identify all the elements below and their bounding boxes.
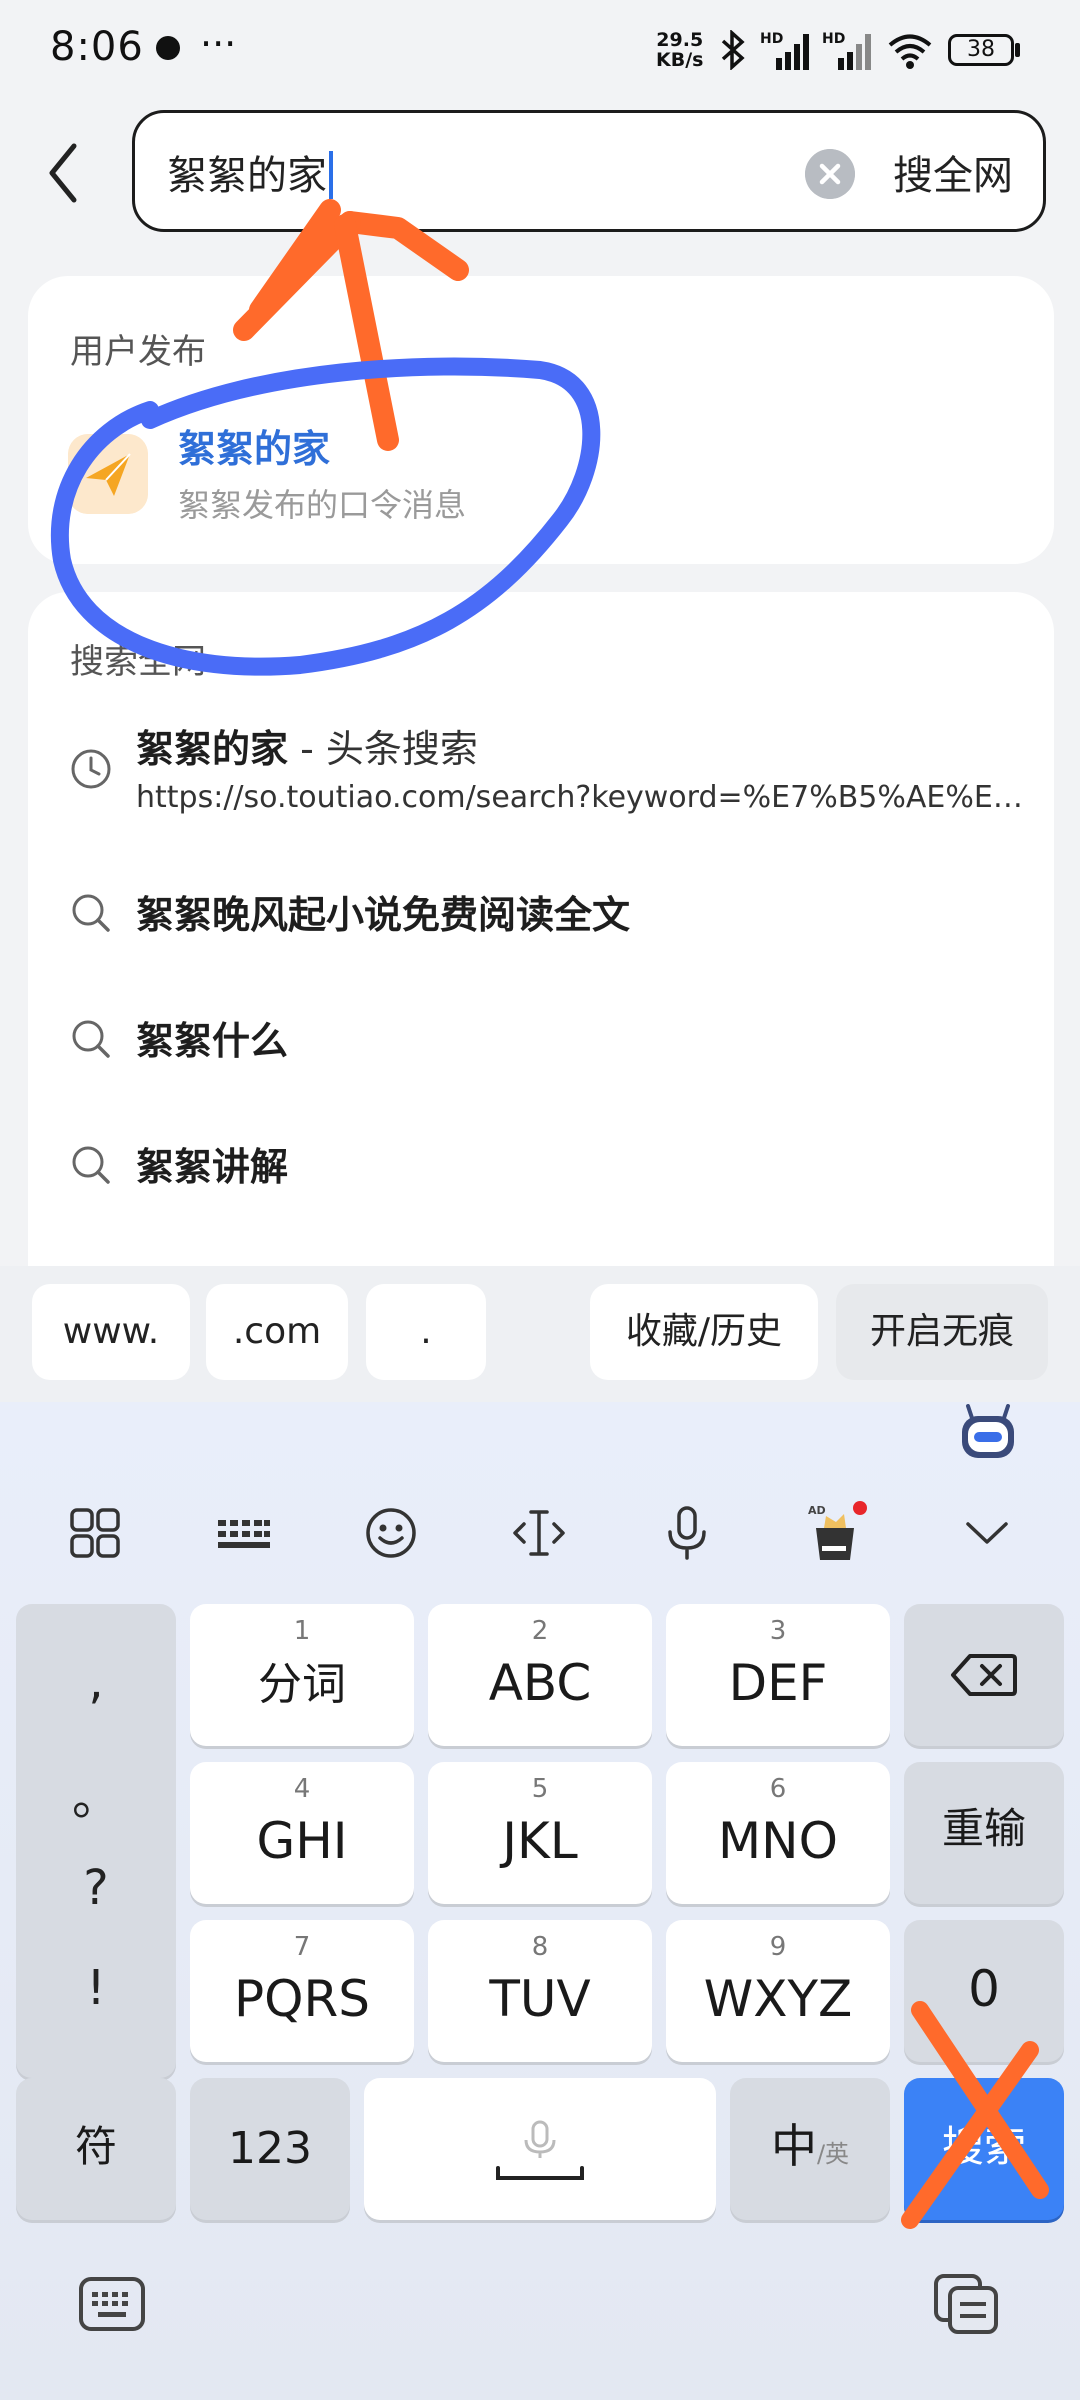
keyboard-shortcut-bar: www. .com . 收藏/历史 开启无痕 [0, 1266, 1080, 1402]
back-arrow-icon[interactable] [40, 138, 90, 208]
backspace-icon [951, 1654, 1017, 1696]
search-input[interactable]: 絮絮的家 搜全网 [132, 110, 1046, 232]
zero-key[interactable]: 0 [904, 1920, 1064, 2062]
search-all-button[interactable]: 搜全网 [893, 143, 1013, 201]
notification-icon [156, 36, 180, 60]
history-url: https://so.toutiao.com/search?keyword=%E… [136, 780, 1024, 815]
punctuation-column[interactable]: , 。 ? ! [16, 1604, 176, 2078]
svg-text:HD: HD [822, 31, 845, 47]
key-9[interactable]: 9 WXYZ [666, 1920, 890, 2062]
svg-text:AD: AD [808, 1504, 826, 1517]
incognito-button[interactable]: 开启无痕 [836, 1284, 1048, 1380]
battery-cap [1015, 43, 1020, 57]
search-icon [72, 894, 110, 932]
keyboard-layout-icon[interactable] [210, 1500, 276, 1566]
suggestion-text: 絮絮讲解 [136, 1145, 289, 1189]
collapse-keyboard-icon[interactable] [954, 1500, 1020, 1566]
search-icon [72, 1020, 110, 1058]
key-5[interactable]: 5 JKL [428, 1762, 652, 1904]
shopping-bag-icon[interactable]: AD [802, 1500, 868, 1566]
clipboard-icon[interactable] [932, 2272, 1000, 2336]
language-switch-key[interactable]: 中/英 [730, 2078, 890, 2220]
apps-grid-icon[interactable] [62, 1500, 128, 1566]
suggestion-item[interactable]: 絮絮晚风起小说免费阅读全文 [28, 862, 1054, 962]
suggestion-text: 絮絮晚风起小说免费阅读全文 [136, 893, 631, 937]
section-title: 用户发布 [70, 332, 206, 372]
svg-text:HD: HD [760, 31, 783, 47]
emoji-icon[interactable] [358, 1500, 424, 1566]
user-item-subtitle: 絮絮发布的口令消息 [178, 486, 467, 524]
user-publish-card: 用户发布 絮絮的家 絮絮发布的口令消息 [28, 276, 1054, 564]
search-web-card: 搜索全网 絮絮的家 - 头条搜索 https://so.toutiao.com/… [28, 592, 1054, 1292]
keyboard-mascot-icon[interactable] [958, 1404, 1018, 1460]
punct-exclaim[interactable]: ! [16, 1960, 176, 2016]
signal-icon: HD [760, 31, 809, 70]
shortcut-www[interactable]: www. [32, 1284, 190, 1380]
cursor-edit-icon[interactable] [506, 1500, 572, 1566]
key-6[interactable]: 6 MNO [666, 1762, 890, 1904]
search-query[interactable]: 絮絮的家 [167, 143, 333, 201]
paper-plane-icon [68, 434, 148, 514]
key-7[interactable]: 7 PQRS [190, 1920, 414, 2062]
key-1[interactable]: 1 分词 [190, 1604, 414, 1746]
key-4[interactable]: 4 GHI [190, 1762, 414, 1904]
more-notifications-icon: ··· [200, 22, 237, 66]
wifi-icon [888, 34, 932, 69]
symbols-key[interactable]: 符 [16, 2078, 176, 2220]
section-title: 搜索全网 [70, 642, 206, 682]
punct-comma[interactable]: , [16, 1654, 176, 1710]
space-key[interactable] [364, 2078, 716, 2220]
history-title: 絮絮的家 - 头条搜索 [136, 727, 478, 771]
suggestion-text: 絮絮什么 [136, 1019, 289, 1063]
key-2[interactable]: 2 ABC [428, 1604, 652, 1746]
bookmarks-history-button[interactable]: 收藏/历史 [590, 1284, 818, 1380]
clear-icon[interactable] [805, 149, 855, 199]
search-icon [72, 1146, 110, 1184]
microphone-icon[interactable] [654, 1500, 720, 1566]
space-mic-icon [496, 2120, 584, 2180]
punct-period[interactable]: 。 [16, 1758, 176, 1828]
suggestion-item[interactable]: 絮絮什么 [28, 988, 1054, 1088]
key-3[interactable]: 3 DEF [666, 1604, 890, 1746]
status-time: 8:06 [50, 24, 144, 70]
bluetooth-icon [721, 30, 745, 70]
keyboard-switch-icon[interactable] [78, 2276, 146, 2332]
battery-icon: 38 [948, 34, 1014, 66]
signal-icon-2: HD [822, 31, 871, 70]
search-key[interactable]: 搜索 [904, 2078, 1064, 2220]
shortcut-com[interactable]: .com [206, 1284, 348, 1380]
number-mode-key[interactable]: 123 [190, 2078, 350, 2220]
history-item[interactable]: 絮絮的家 - 头条搜索 https://so.toutiao.com/searc… [28, 708, 1054, 838]
text-caret [329, 151, 333, 199]
key-8[interactable]: 8 TUV [428, 1920, 652, 2062]
network-speed: 29.5 KB/s [656, 29, 704, 71]
suggestion-item[interactable]: 絮絮讲解 [28, 1114, 1054, 1214]
retype-key[interactable]: 重输 [904, 1762, 1064, 1904]
user-item-title[interactable]: 絮絮的家 [178, 418, 330, 473]
shortcut-dot[interactable]: . [366, 1284, 486, 1380]
punct-question[interactable]: ? [16, 1860, 176, 1916]
history-clock-icon [71, 749, 111, 789]
backspace-key[interactable] [904, 1604, 1064, 1746]
status-bar: 8:06 ··· 29.5 KB/s HD HD 38 [0, 0, 1080, 100]
